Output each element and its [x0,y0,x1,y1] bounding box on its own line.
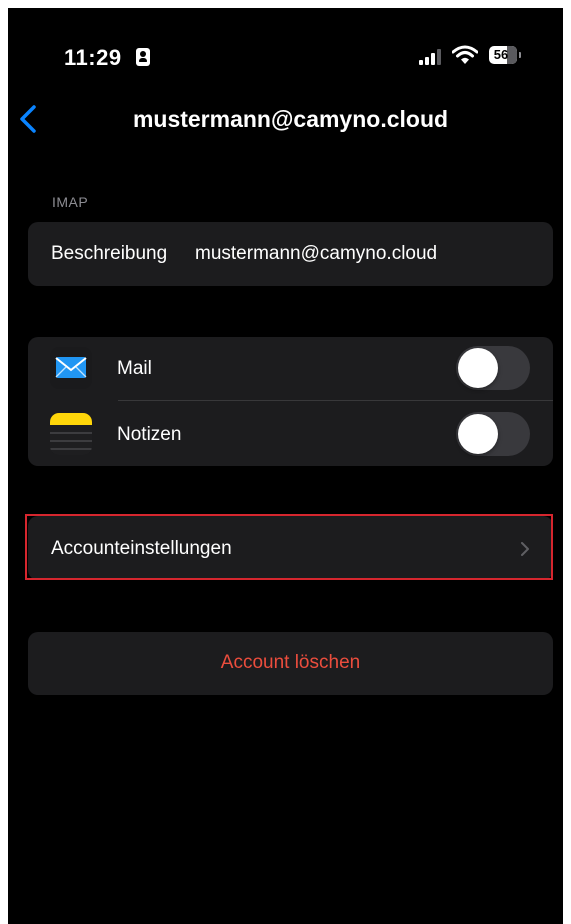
wifi-icon [452,45,478,64]
notes-app-icon [50,413,92,455]
delete-account-label: Account löschen [220,652,361,673]
account-settings-label: Accounteinstellungen [51,538,232,559]
signal-icon [419,49,445,65]
status-bar: 11:29 56 [8,8,563,70]
row-divider [118,400,553,401]
chevron-right-icon [521,542,529,556]
contact-card-icon [136,48,150,66]
page-title: mustermann@camyno.cloud [132,106,449,132]
delete-account-button[interactable]: Account löschen [28,632,553,695]
settings-screen: 11:29 56 mustermann@camyno.cloud IMAP Be… [8,8,563,924]
description-field[interactable]: mustermann@camyno.cloud [195,243,437,265]
battery-level: 56 [493,47,509,62]
account-settings-row[interactable]: Accounteinstellungen [28,516,553,580]
battery-icon: 56 [489,46,521,64]
section-header-imap: IMAP [52,194,89,210]
services-group: Mail Notizen [28,337,553,466]
service-label: Mail [117,358,152,379]
mail-app-icon [50,347,92,389]
status-time: 11:29 [64,45,122,70]
description-label: Beschreibung [51,243,168,264]
imap-description-cell[interactable]: Beschreibung mustermann@camyno.cloud [28,222,553,286]
notes-toggle[interactable] [456,412,530,456]
mail-toggle[interactable] [456,346,530,390]
service-label: Notizen [117,424,182,445]
